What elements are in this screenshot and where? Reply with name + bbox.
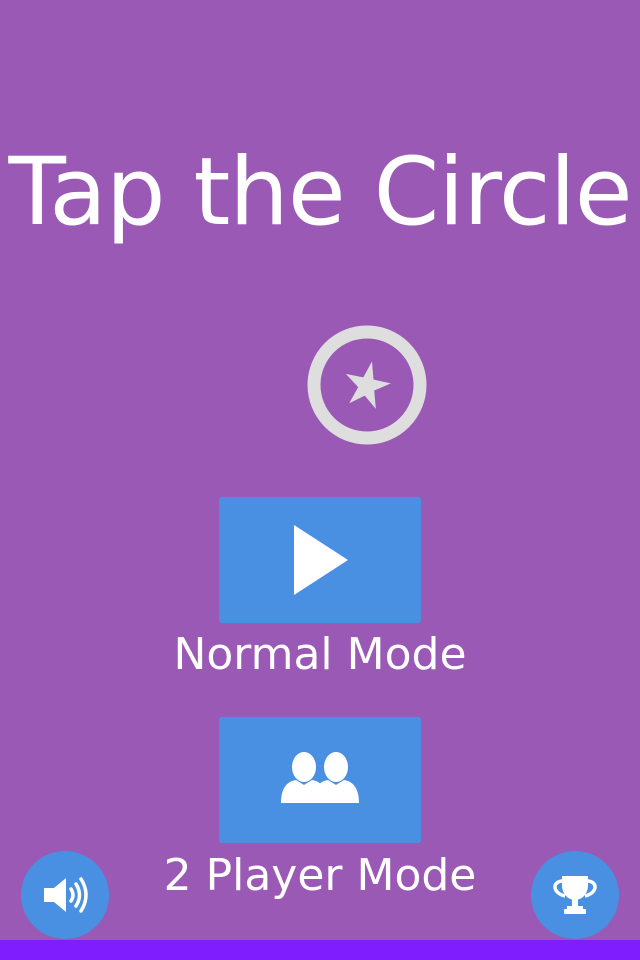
leaderboard-button[interactable] (531, 851, 619, 939)
sound-toggle-button[interactable] (21, 851, 109, 939)
two-users-icon (281, 752, 359, 803)
trophy-icon (553, 876, 597, 914)
normal-mode-label[interactable]: Normal Mode (0, 628, 640, 682)
normal-mode-button[interactable] (219, 497, 421, 623)
play-icon (294, 525, 348, 595)
star-badge-icon (307, 325, 427, 445)
two-player-mode-button[interactable] (219, 717, 421, 843)
game-title: Tap the Circle (8, 138, 632, 247)
speaker-icon (44, 877, 88, 913)
bottom-bar (0, 940, 640, 960)
